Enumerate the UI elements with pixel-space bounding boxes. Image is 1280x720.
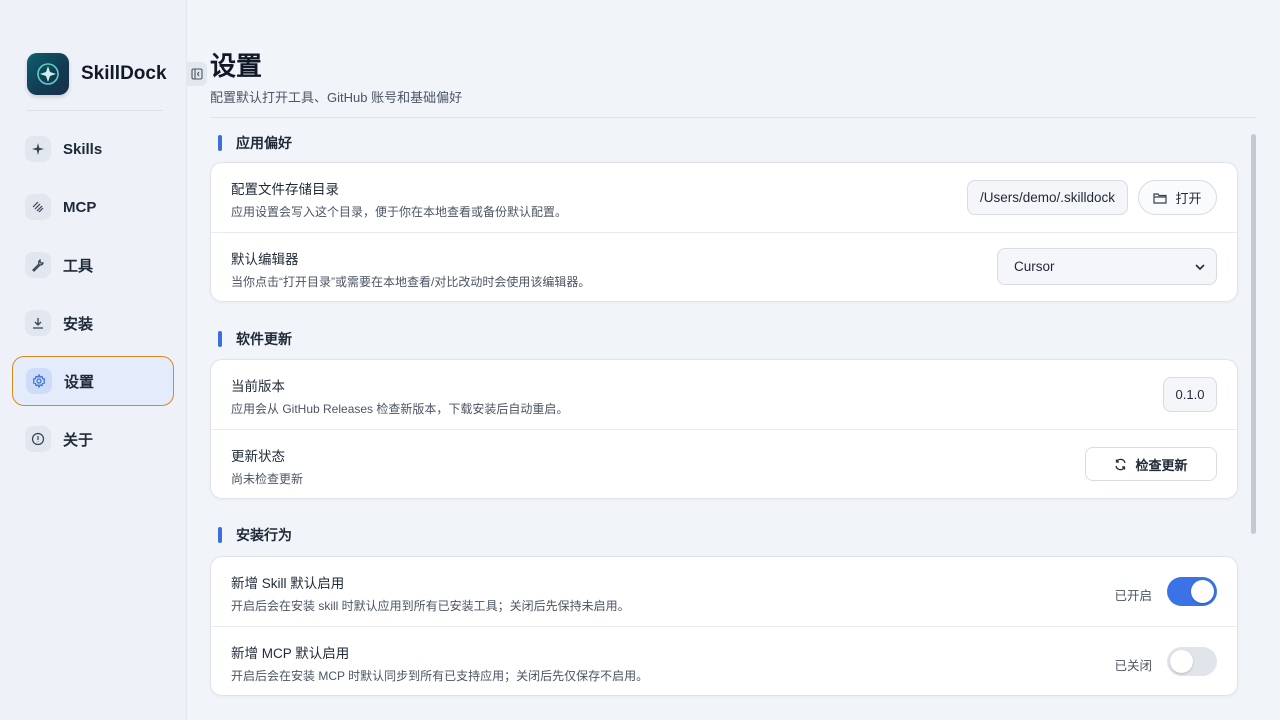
toggle-knob [1170,650,1193,673]
row-config-dir: 配置文件存储目录 应用设置会写入这个目录，便于你在本地查看或备份默认配置。 /U… [211,163,1237,232]
sidebar-item-skills[interactable]: Skills [12,124,174,174]
row-title: 新增 Skill 默认启用 [231,576,345,591]
sparkle-icon [25,136,51,162]
row-current-version: 当前版本 应用会从 GitHub Releases 检查新版本，下载安装后自动重… [211,360,1237,429]
open-button-label: 打开 [1175,191,1202,206]
sidebar-item-tools[interactable]: 工具 [12,240,174,290]
section-accent-bar [218,331,222,347]
check-update-button[interactable]: 检查更新 [1085,447,1217,481]
brand: SkillDock [27,53,167,95]
scrollbar[interactable] [1251,134,1256,534]
sidebar-item-label: Skills [63,140,103,158]
skill-toggle-state: 已开启 [1114,589,1152,603]
row-skill-default: 新增 Skill 默认启用 开启后会在安装 skill 时默认应用到所有已安装工… [211,557,1237,626]
sidebar-item-label: 关于 [63,431,94,449]
sidebar-item-label: MCP [63,198,97,216]
card-install: 新增 Skill 默认启用 开启后会在安装 skill 时默认应用到所有已安装工… [210,556,1238,696]
check-update-label: 检查更新 [1135,457,1188,473]
toggle-knob [1191,580,1214,603]
wrench-icon [25,252,51,278]
main-content: 设置 配置默认打开工具、GitHub 账号和基础偏好 应用偏好 配置文件存储目录… [187,0,1280,720]
section-title: 安装行为 [236,527,292,543]
row-title: 默认编辑器 [231,252,299,267]
section-title: 软件更新 [236,331,292,347]
refresh-icon [1115,458,1127,470]
row-title: 配置文件存储目录 [231,182,339,197]
card-update: 当前版本 应用会从 GitHub Releases 检查新版本，下载安装后自动重… [210,359,1238,499]
row-default-editor: 默认编辑器 当你点击“打开目录”或需要在本地查看/对比改动时会使用该编辑器。 C… [211,232,1237,301]
header-divider [210,117,1257,118]
sidebar-divider [27,110,163,111]
row-description: 应用设置会写入这个目录，便于你在本地查看或备份默认配置。 [231,205,568,219]
app-logo-icon [27,53,69,95]
row-mcp-default: 新增 MCP 默认启用 开启后会在安装 MCP 时默认同步到所有已支持应用；关闭… [211,626,1237,695]
row-description: 当你点击“打开目录”或需要在本地查看/对比改动时会使用该编辑器。 [231,275,591,289]
card-prefs: 配置文件存储目录 应用设置会写入这个目录，便于你在本地查看或备份默认配置。 /U… [210,162,1238,302]
page-subtitle: 配置默认打开工具、GitHub 账号和基础偏好 [210,90,463,105]
app-name: SkillDock [81,63,167,84]
sidebar-item-install[interactable]: 安装 [12,298,174,348]
section-title-update: 软件更新 [218,329,292,349]
row-description: 应用会从 GitHub Releases 检查新版本，下载安装后自动重启。 [231,402,569,416]
sidebar-item-about[interactable]: 关于 [12,414,174,464]
folder-icon [1153,192,1168,204]
row-description: 开启后会在安装 skill 时默认应用到所有已安装工具；关闭后先保持未启用。 [231,599,630,613]
row-update-status: 更新状态 尚未检查更新 检查更新 [211,429,1237,498]
mcp-icon [25,194,51,220]
row-title: 新增 MCP 默认启用 [231,646,350,661]
sidebar-item-settings[interactable]: 设置 [12,356,174,406]
row-description: 开启后会在安装 MCP 时默认同步到所有已支持应用；关闭后先仅保存不启用。 [231,669,649,683]
section-accent-bar [218,135,222,151]
page-title: 设置 [210,51,263,81]
sidebar-item-mcp[interactable]: MCP [12,182,174,232]
gear-icon [26,368,52,394]
row-title: 更新状态 [231,449,285,464]
open-dir-button[interactable]: 打开 [1138,180,1217,215]
sidebar: SkillDock Skills MCP 工具 安装 设置 关于 [0,0,187,720]
section-title: 应用偏好 [236,135,292,151]
sidebar-item-label: 工具 [63,257,94,275]
skill-default-toggle[interactable] [1167,577,1217,606]
mcp-toggle-state: 已关闭 [1114,659,1152,673]
editor-select[interactable]: Cursor [997,248,1217,285]
info-icon [25,426,51,452]
version-badge: 0.1.0 [1163,377,1217,412]
section-title-prefs: 应用偏好 [218,133,292,153]
section-title-install: 安装行为 [218,525,292,545]
sidebar-item-label: 设置 [64,373,95,391]
mcp-default-toggle[interactable] [1167,647,1217,676]
row-title: 当前版本 [231,379,285,394]
config-dir-path-field[interactable]: /Users/demo/.skilldock [966,180,1128,215]
row-description: 尚未检查更新 [231,472,304,486]
chevron-down-icon [1195,264,1205,271]
editor-select-value: Cursor [1014,259,1055,274]
section-accent-bar [218,527,222,543]
download-icon [25,310,51,336]
sidebar-item-label: 安装 [63,315,94,333]
